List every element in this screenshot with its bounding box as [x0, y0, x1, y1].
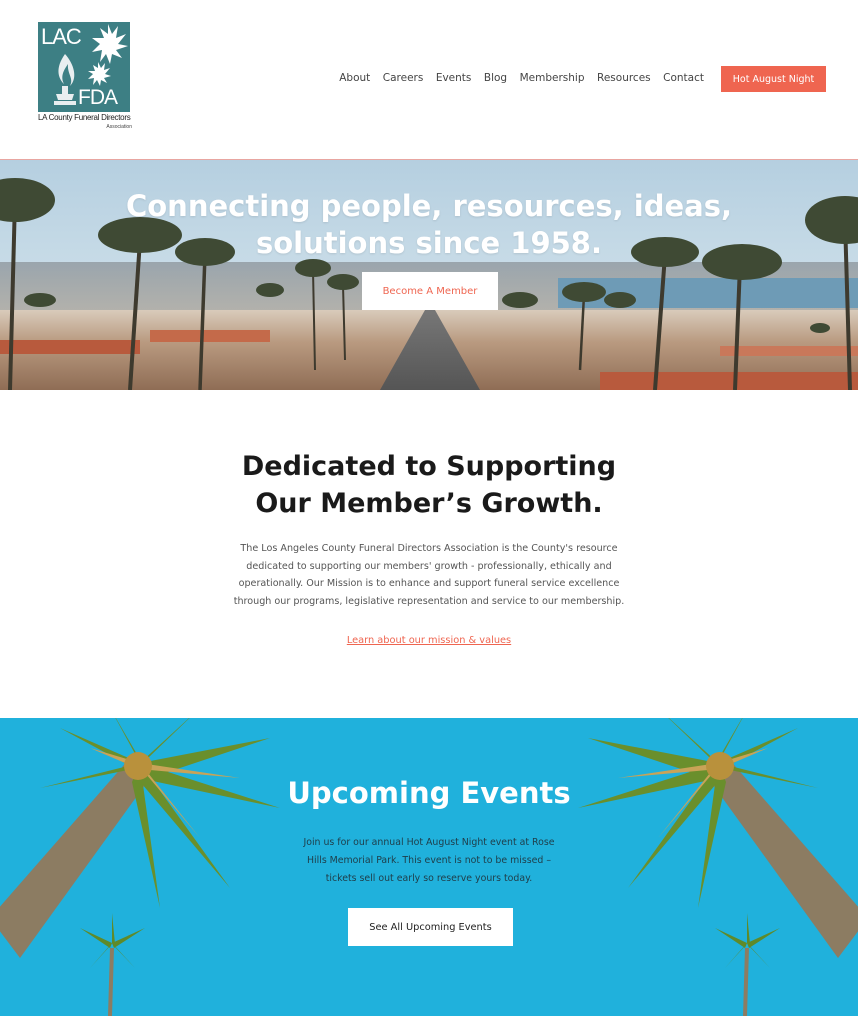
nav-blog[interactable]: Blog	[484, 72, 507, 84]
mission-title-line2: Our Member’s Growth.	[255, 488, 603, 519]
logo-subcaption: Association	[106, 124, 132, 130]
events-section: Upcoming Events Join us for our annual H…	[0, 718, 858, 1016]
nav-membership[interactable]: Membership	[520, 72, 585, 84]
logo-top-text: LAC	[41, 24, 82, 49]
logo-mark: LAC FDA	[38, 22, 130, 112]
mission-values-link[interactable]: Learn about our mission & values	[0, 635, 858, 646]
logo-caption: LA County Funeral Directors	[38, 113, 131, 122]
site-header: LAC FDA LA County Funeral Directors Asso…	[0, 0, 858, 160]
hero-title: Connecting people, resources, ideas, sol…	[0, 188, 858, 262]
become-member-button[interactable]: Become A Member	[362, 272, 498, 310]
mission-title-line1: Dedicated to Supporting	[241, 451, 617, 482]
nav-events[interactable]: Events	[436, 72, 472, 84]
events-title: Upcoming Events	[287, 776, 571, 810]
hot-august-night-button[interactable]: Hot August Night	[721, 66, 826, 92]
nav-resources[interactable]: Resources	[597, 72, 651, 84]
hero-title-line1: Connecting people, resources, ideas,	[125, 189, 733, 223]
nav-careers[interactable]: Careers	[383, 72, 424, 84]
nav-about[interactable]: About	[339, 72, 370, 84]
hero-banner: Connecting people, resources, ideas, sol…	[0, 160, 858, 390]
mission-title: Dedicated to Supporting Our Member’s Gro…	[0, 448, 858, 522]
flame-icon	[54, 54, 76, 105]
events-body: Join us for our annual Hot August Night …	[303, 837, 555, 884]
nav-contact[interactable]: Contact	[663, 72, 704, 84]
mission-section: Dedicated to Supporting Our Member’s Gro…	[0, 390, 858, 718]
main-nav: About Careers Events Blog Membership Res…	[327, 72, 704, 84]
see-all-events-button[interactable]: See All Upcoming Events	[348, 908, 513, 946]
logo-bottom-text: FDA	[78, 86, 118, 109]
mission-body: The Los Angeles County Funeral Directors…	[233, 543, 625, 607]
hero-title-line2: solutions since 1958.	[255, 226, 603, 260]
palm-tree-icon	[88, 24, 128, 86]
site-logo[interactable]: LAC FDA LA County Funeral Directors Asso…	[38, 22, 132, 130]
